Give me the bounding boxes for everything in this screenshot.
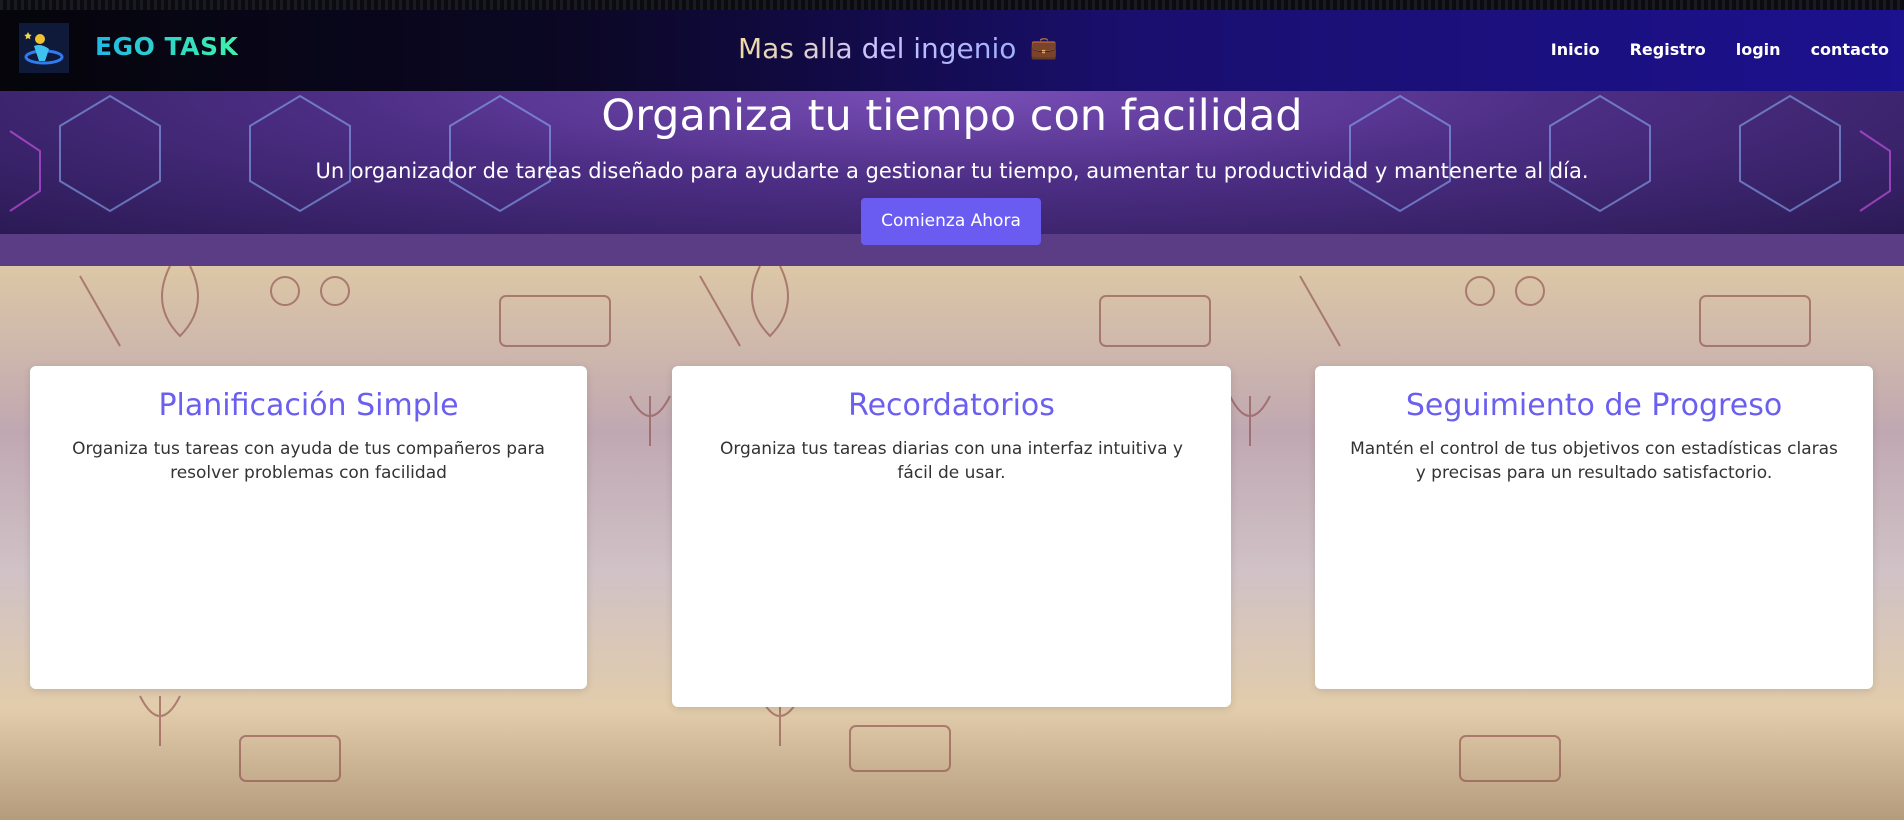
feature-text: Organiza tus tareas diarias con una inte… — [719, 439, 1183, 483]
navbar: EGO TASK Mas alla del ingenio 💼 Inicio R… — [0, 10, 1904, 91]
feature-text: Organiza tus tareas con ayuda de tus com… — [72, 439, 545, 483]
nav-inicio[interactable]: Inicio — [1551, 40, 1600, 59]
tagline: Mas alla del ingenio — [738, 32, 1017, 65]
start-now-button[interactable]: Comienza Ahora — [861, 198, 1041, 245]
logo[interactable] — [19, 23, 69, 73]
hero-subtitle: Un organizador de tareas diseñado para a… — [315, 159, 1589, 183]
logo-icon — [19, 23, 69, 73]
nav-registro[interactable]: Registro — [1630, 40, 1706, 59]
feature-card-reminders: Recordatorios Organiza tus tareas diaria… — [672, 366, 1231, 707]
brand-name[interactable]: EGO TASK — [95, 32, 238, 61]
feature-card-planning: Planificación Simple Organiza tus tareas… — [30, 366, 587, 689]
nav-contacto[interactable]: contacto — [1811, 40, 1889, 59]
briefcase-icon: 💼 — [1030, 36, 1058, 61]
feature-title: Planificación Simple — [158, 388, 459, 423]
hero-title: Organiza tu tiempo con facilidad — [601, 91, 1303, 141]
nav-login[interactable]: login — [1736, 40, 1781, 59]
browser-top-strip — [0, 0, 1904, 10]
feature-card-progress: Seguimiento de Progreso Mantén el contro… — [1315, 366, 1873, 689]
feature-title: Recordatorios — [848, 388, 1055, 423]
nav-links: Inicio Registro login contacto — [1551, 40, 1889, 59]
feature-text: Mantén el control de tus objetivos con e… — [1350, 439, 1838, 483]
feature-title: Seguimiento de Progreso — [1405, 388, 1783, 423]
